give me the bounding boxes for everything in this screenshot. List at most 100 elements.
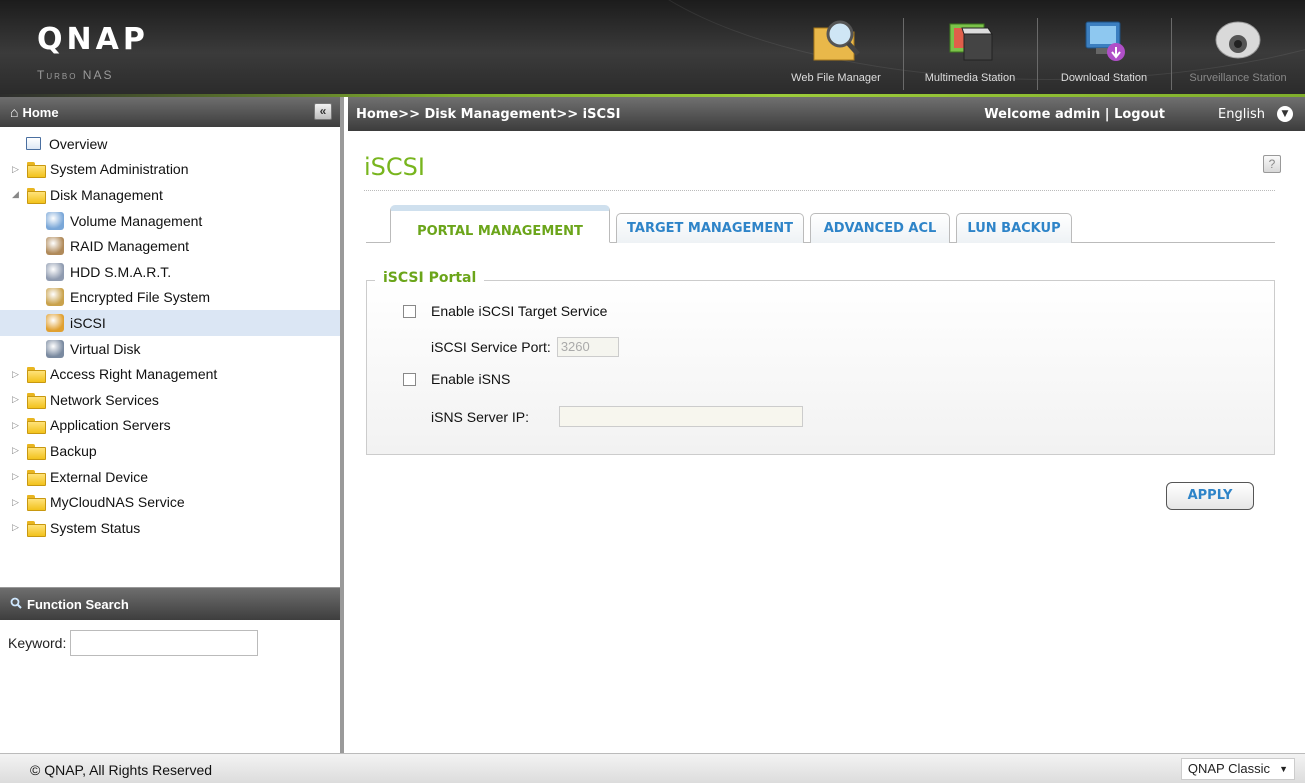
service-port-input[interactable]: 3260 <box>556 337 619 357</box>
web-file-manager-label: Web File Manager <box>791 72 881 84</box>
sidebar-item-network-services[interactable]: ▷ Network Services <box>0 387 340 413</box>
function-search-bar: Function Search <box>0 588 340 620</box>
sidebar-item-system-status[interactable]: ▷ System Status <box>0 515 340 541</box>
tab-portal-management[interactable]: PORTAL MANAGEMENT <box>390 205 610 243</box>
collapsed-arrow-icon[interactable]: ▷ <box>12 369 22 380</box>
enable-isns-row: Enable iSNS <box>403 371 510 387</box>
home-label[interactable]: Home <box>22 105 58 120</box>
collapse-sidebar-button[interactable]: « <box>314 103 332 120</box>
volume-icon <box>46 211 64 230</box>
expanded-arrow-icon[interactable]: ◢ <box>12 189 22 200</box>
sidebar-item-mycloudnas-service[interactable]: ▷ MyCloudNAS Service <box>0 489 340 515</box>
surveillance-station-shortcut[interactable]: Surveillance Station <box>1171 0 1305 94</box>
tab-lun-backup[interactable]: LUN BACKUP <box>956 213 1072 243</box>
folder-icon <box>27 469 46 486</box>
sidebar-item-label: RAID Management <box>70 238 190 255</box>
collapsed-arrow-icon[interactable]: ▷ <box>12 420 22 431</box>
sidebar-item-access-right-management[interactable]: ▷ Access Right Management <box>0 361 340 387</box>
isns-ip-row: iSNS Server IP: <box>431 406 804 427</box>
copyright: © QNAP, All Rights Reserved <box>30 762 213 778</box>
help-icon[interactable]: ? <box>1263 155 1281 173</box>
sidebar-item-virtual-disk[interactable]: Virtual Disk <box>0 336 340 362</box>
download-station-label: Download Station <box>1060 72 1148 84</box>
enable-target-checkbox[interactable] <box>403 304 416 318</box>
enable-target-label: Enable iSCSI Target Service <box>431 303 608 319</box>
breadcrumb: Home>> Disk Management>> iSCSI <box>356 106 621 122</box>
sidebar-item-encrypted-file-system[interactable]: Encrypted File System <box>0 285 340 311</box>
isns-ip-label: iSNS Server IP: <box>431 408 530 425</box>
search-icon <box>10 597 22 612</box>
keyword-label: Keyword: <box>8 635 67 651</box>
keyword-input[interactable] <box>70 630 259 656</box>
sidebar-item-system-administration[interactable]: ▷ System Administration <box>0 157 340 183</box>
tab-advanced-acl[interactable]: ADVANCED ACL <box>810 213 950 243</box>
folder-icon <box>27 187 46 204</box>
isns-ip-input[interactable] <box>559 406 804 427</box>
sidebar-item-hdd-s-m-a-r-t[interactable]: HDD S.M.A.R.T. <box>0 259 340 285</box>
chevron-down-icon[interactable]: ▼ <box>1277 106 1293 122</box>
sidebar-item-label: Disk Management <box>50 186 163 203</box>
download-icon <box>1085 21 1125 61</box>
folder-icon <box>27 443 46 460</box>
web-file-manager-shortcut[interactable]: Web File Manager <box>769 0 903 94</box>
sidebar: ⌂ Home « Overview ▷ System Administration ◢… <box>0 97 344 753</box>
enable-target-row: Enable iSCSI Target Service <box>403 303 607 319</box>
apply-button[interactable]: APPLY <box>1166 482 1254 510</box>
folder-icon <box>27 418 46 435</box>
function-search-panel: Function Search Keyword: <box>0 587 340 753</box>
sidebar-item-raid-management[interactable]: RAID Management <box>0 233 340 259</box>
navigation-tree: Overview ▷ System Administration ◢ Disk Mana… <box>0 127 340 541</box>
sidebar-item-label: System Administration <box>50 161 189 178</box>
folder-icon <box>27 162 46 179</box>
header: QNAP Turbo NAS Web File Manager Multimed… <box>0 0 1305 97</box>
tab-target-management[interactable]: TARGET MANAGEMENT <box>616 213 804 243</box>
folder-icon <box>27 367 46 384</box>
multimedia-station-shortcut[interactable]: Multimedia Station <box>903 0 1037 94</box>
download-station-shortcut[interactable]: Download Station <box>1037 0 1171 94</box>
sidebar-item-disk-management[interactable]: ◢ Disk Management <box>0 182 340 208</box>
multimedia-station-label: Multimedia Station <box>924 72 1016 84</box>
function-search-title: Function Search <box>27 596 129 612</box>
hdd-smart-icon <box>46 262 64 281</box>
collapsed-arrow-icon[interactable]: ▷ <box>12 394 22 405</box>
surveillance-station-label: Surveillance Station <box>1189 72 1287 84</box>
sidebar-item-external-device[interactable]: ▷ External Device <box>0 464 340 490</box>
camera-icon <box>1215 21 1261 59</box>
footer: © QNAP, All Rights Reserved QNAP Classic <box>0 753 1305 783</box>
encrypted-fs-icon <box>46 288 64 307</box>
sidebar-item-label: HDD S.M.A.R.T. <box>70 263 172 280</box>
sidebar-item-backup[interactable]: ▷ Backup <box>0 438 340 464</box>
sidebar-item-overview[interactable]: Overview <box>0 131 340 157</box>
keyword-row: Keyword: <box>0 620 340 666</box>
sidebar-item-label: Virtual Disk <box>70 340 141 357</box>
sidebar-item-label: iSCSI <box>70 314 106 331</box>
sidebar-item-volume-management[interactable]: Volume Management <box>0 208 340 234</box>
collapsed-arrow-icon[interactable]: ▷ <box>12 164 22 175</box>
collapsed-arrow-icon[interactable]: ▷ <box>12 497 22 508</box>
overview-icon <box>26 137 41 151</box>
sidebar-item-application-servers[interactable]: ▷ Application Servers <box>0 413 340 439</box>
sidebar-item-label: Network Services <box>50 391 159 408</box>
collapsed-arrow-icon[interactable]: ▷ <box>12 445 22 456</box>
collapsed-arrow-icon[interactable]: ▷ <box>12 522 22 533</box>
sidebar-item-label: MyCloudNAS Service <box>50 494 185 511</box>
sidebar-item-iscsi[interactable]: iSCSI <box>0 310 340 336</box>
main-content: Home>> Disk Management>> iSCSI Welcome a… <box>348 97 1305 753</box>
home-icon: ⌂ <box>10 104 19 120</box>
tab-bar: PORTAL MANAGEMENT TARGET MANAGEMENT ADVA… <box>366 205 1275 243</box>
sidebar-item-label: System Status <box>50 519 141 536</box>
iscsi-portal-legend: iSCSI Portal <box>375 270 485 286</box>
sidebar-item-label: Application Servers <box>50 417 171 434</box>
iscsi-portal-fieldset: iSCSI Portal Enable iSCSI Target Service… <box>366 270 1275 455</box>
qnap-logo: QNAP <box>37 22 149 57</box>
enable-isns-label: Enable iSNS <box>431 371 511 387</box>
breadcrumb-bar: Home>> Disk Management>> iSCSI Welcome a… <box>348 97 1305 131</box>
collapsed-arrow-icon[interactable]: ▷ <box>12 471 22 482</box>
sidebar-item-label: Backup <box>50 442 97 459</box>
welcome-logout-link[interactable]: Welcome admin | Logout <box>984 107 1165 122</box>
theme-select[interactable]: QNAP Classic <box>1180 758 1295 780</box>
sidebar-item-label: Access Right Management <box>50 366 218 383</box>
language-label[interactable]: English <box>1218 107 1265 122</box>
folder-icon <box>27 392 46 409</box>
enable-isns-checkbox[interactable] <box>403 372 416 386</box>
